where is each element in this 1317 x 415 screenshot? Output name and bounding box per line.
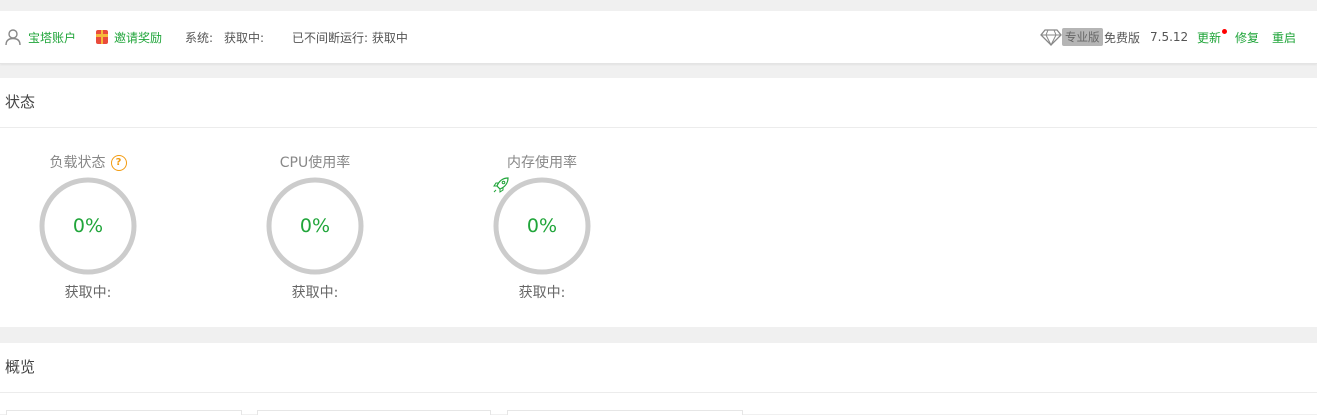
cpu-gauge: CPU使用率 0% 获取中: [235, 152, 395, 302]
update-label[interactable]: 更新 [1197, 29, 1221, 46]
uptime-info: 已不间断运行: 获取中 [292, 11, 408, 63]
help-icon[interactable]: ? [110, 155, 127, 171]
cpu-gauge-subtext: 获取中: [291, 285, 339, 301]
update-notification-dot [1222, 28, 1228, 34]
system-value: 获取中: [224, 30, 265, 45]
pro-edition-link[interactable]: 专业版 [1040, 11, 1103, 63]
cpu-gauge-title: CPU使用率 [279, 155, 351, 171]
account-label[interactable]: 宝塔账户 [28, 29, 76, 46]
memory-gauge: 内存使用率 0% 获取中: [462, 152, 622, 302]
restart-button[interactable]: 重启 [1272, 11, 1296, 63]
memory-gauge-ring[interactable]: 0% [492, 176, 592, 276]
gift-icon [96, 30, 108, 44]
overview-title: 概览 [0, 343, 1317, 393]
update-button[interactable]: 更新 [1197, 11, 1228, 63]
version-label: 7.5.12 [1150, 30, 1189, 44]
memory-gauge-value: 0% [526, 215, 558, 237]
load-gauge: 负载状态 ? 0% 获取中: [8, 152, 168, 302]
repair-label[interactable]: 修复 [1235, 29, 1259, 46]
free-edition-label: 免费版 [1104, 11, 1140, 63]
restart-label[interactable]: 重启 [1272, 29, 1296, 46]
status-panel: 状态 负载状态 ? 0% 获取中: CPU使用率 0% 获取中: 内存使用率 0… [0, 78, 1317, 327]
free-label: 免费版 [1104, 30, 1141, 45]
account-link[interactable]: 宝塔账户 [4, 11, 76, 63]
user-icon [5, 29, 21, 46]
system-info: 系统: 获取中: [185, 11, 264, 63]
memory-gauge-title: 内存使用率 [507, 155, 577, 171]
invite-link[interactable]: 邀请奖励 [95, 11, 162, 63]
pro-badge[interactable]: 专业版 [1062, 28, 1103, 46]
cpu-gauge-value: 0% [299, 215, 331, 237]
system-label: 系统: [185, 30, 214, 45]
status-title: 状态 [0, 78, 1317, 128]
uptime-label: 已不间断运行: 获取中 [292, 30, 408, 45]
load-gauge-subtext: 获取中: [64, 285, 112, 301]
memory-gauge-subtext: 获取中: [518, 285, 566, 301]
diamond-icon [1040, 29, 1062, 46]
load-gauge-title: 负载状态 [49, 155, 106, 171]
overview-card[interactable] [507, 410, 743, 415]
cpu-gauge-ring[interactable]: 0% [265, 176, 365, 276]
version-text: 7.5.12 [1150, 11, 1188, 63]
top-bar: 宝塔账户 邀请奖励 系统: 获取中: 已不间断运行: 获取中 专业版 免费版 7… [0, 11, 1317, 64]
load-gauge-ring[interactable]: 0% [38, 176, 138, 276]
repair-button[interactable]: 修复 [1235, 11, 1259, 63]
overview-card[interactable] [6, 410, 242, 415]
load-gauge-value: 0% [72, 215, 104, 237]
invite-label[interactable]: 邀请奖励 [114, 29, 162, 46]
overview-card[interactable] [257, 410, 491, 415]
overview-panel: 概览 [0, 343, 1317, 414]
